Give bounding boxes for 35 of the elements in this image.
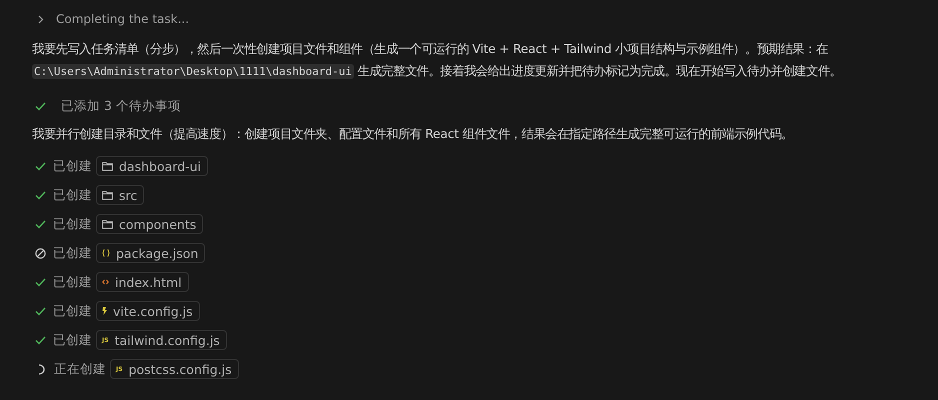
step-action: 已创建 — [53, 216, 92, 232]
file-chip[interactable]: src — [96, 185, 144, 205]
check-icon — [35, 162, 46, 170]
step-action: 已创建 — [53, 186, 92, 204]
check-icon — [35, 306, 46, 316]
message-paragraph: 我要先写入任务清单（分步），然后一次性创建项目文件和组件（生成一个可运行的 Vite + React + Tailwind 小项目结构与示例组件）。预期结果：在 C:\Users\Administrator\Desktop\1111\dashboard-ui 生成完整文件。接着我会给出进度更新并把待办标记为完成。现在开始写入待办并创建文件。 — [32, 41, 842, 81]
file-chip[interactable]: package.json — [96, 243, 206, 263]
braces-icon — [102, 249, 110, 257]
chevron-right-icon — [38, 14, 44, 24]
file-chip[interactable]: index.html — [96, 272, 189, 292]
folder-icon — [102, 220, 113, 228]
check-icon — [35, 278, 46, 286]
check-icon — [35, 220, 46, 228]
plan-paragraph: 我要并行创建目录和文件（提高速度）：创建项目文件夹、配置文件和所有 React 组件文件，结果会在指定路径生成完整可运行的前端示例代码。 — [32, 126, 794, 143]
bolt-icon — [102, 307, 107, 315]
spinner-icon — [38, 364, 46, 374]
path-code: C:\Users\Administrator\Desktop\1111\dashboard-ui — [32, 64, 354, 79]
code-brackets-icon — [102, 279, 109, 285]
step-action: 已创建 — [53, 332, 92, 348]
step-action: 正在创建 — [54, 360, 106, 378]
file-chip[interactable]: vite.config.js — [96, 301, 200, 321]
cancelled-icon — [35, 248, 46, 258]
file-chip[interactable]: dashboard-ui — [96, 156, 208, 176]
folder-icon — [102, 162, 113, 170]
folder-icon — [102, 190, 113, 200]
step-action: 已创建 — [53, 302, 92, 320]
step-action: 已创建 — [53, 158, 92, 174]
status-text: Completing the task... — [56, 12, 190, 26]
check-icon — [35, 102, 46, 110]
check-icon — [35, 190, 46, 200]
todo-note: 已添加 3 个待办事项 — [61, 98, 181, 114]
step-action: 已创建 — [53, 244, 92, 262]
check-icon — [35, 336, 46, 344]
file-chip[interactable]: components — [96, 214, 204, 234]
step-action: 已创建 — [53, 274, 92, 290]
